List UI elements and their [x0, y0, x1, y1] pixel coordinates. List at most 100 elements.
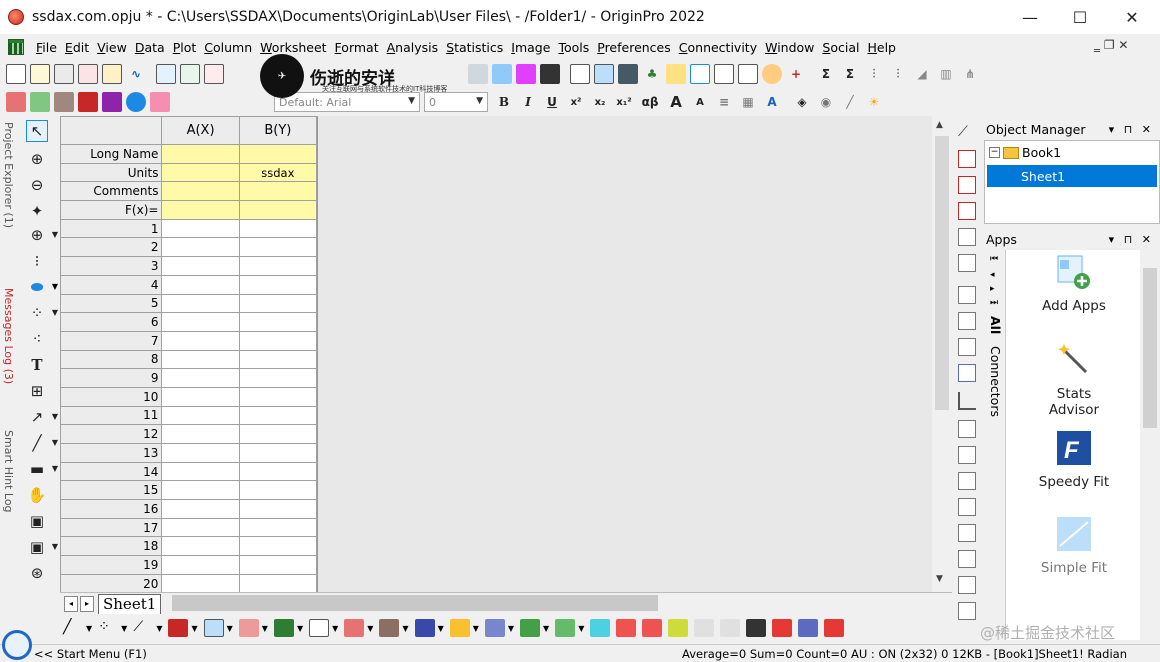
- film-strip-icon[interactable]: [618, 64, 638, 84]
- row-label-fx[interactable]: F(x)=: [60, 200, 163, 220]
- cell-a[interactable]: [161, 555, 240, 575]
- cell-b[interactable]: [238, 293, 317, 314]
- code-builder-icon[interactable]: [516, 64, 536, 84]
- cell-a[interactable]: [161, 386, 240, 407]
- template-3-icon[interactable]: [668, 619, 689, 637]
- template-8-icon[interactable]: [798, 619, 819, 637]
- row-number[interactable]: 12: [60, 424, 163, 444]
- ternary-icon[interactable]: [555, 619, 576, 637]
- tree-icon[interactable]: ⋔: [960, 64, 980, 84]
- tag-icon[interactable]: [150, 92, 170, 112]
- menu-worksheet[interactable]: Worksheet: [256, 40, 330, 55]
- menu-edit[interactable]: Edit: [61, 40, 93, 55]
- menu-preferences[interactable]: Preferences: [593, 40, 675, 55]
- cell-a[interactable]: [161, 573, 240, 592]
- text-tool-icon[interactable]: T: [26, 354, 48, 376]
- cell-a[interactable]: [161, 274, 240, 295]
- prev-icon[interactable]: ◂: [990, 270, 995, 280]
- new-notes-icon[interactable]: [180, 64, 200, 84]
- cell-b[interactable]: [238, 218, 317, 239]
- 3d-scatter-icon[interactable]: [484, 619, 505, 637]
- tree-node-sheet[interactable]: Sheet1: [987, 165, 1157, 187]
- close-button[interactable]: ✕: [1106, 0, 1158, 34]
- app-speedy-fit[interactable]: F Speedy Fit: [1006, 430, 1142, 490]
- sheet-next-icon[interactable]: ▸: [80, 595, 94, 612]
- template-6-icon[interactable]: [746, 619, 767, 637]
- cell-b-units[interactable]: ssdax: [238, 162, 317, 183]
- menu-social[interactable]: Social: [818, 40, 863, 55]
- cell-b[interactable]: [238, 573, 317, 592]
- column-header-a[interactable]: A(X): [161, 116, 240, 145]
- cell-a-comments[interactable]: [161, 181, 240, 202]
- scroll-thumb[interactable]: [935, 136, 949, 410]
- row-number[interactable]: 15: [60, 480, 163, 501]
- import-wizard-icon[interactable]: [54, 92, 74, 112]
- new-matrix-icon[interactable]: [78, 64, 98, 84]
- scale-icon[interactable]: ✦: [26, 200, 48, 222]
- brightness-icon[interactable]: ☀: [864, 92, 884, 112]
- horizontal-scrollbar-right[interactable]: [662, 595, 928, 611]
- decrease-font-button[interactable]: A: [690, 92, 710, 112]
- row-number[interactable]: 1: [60, 218, 163, 239]
- line-plot-icon[interactable]: ⟋: [958, 124, 976, 142]
- menu-data[interactable]: Data: [131, 40, 169, 55]
- rotate-icon[interactable]: [958, 228, 976, 246]
- row-number[interactable]: 14: [60, 461, 163, 482]
- cell-a[interactable]: [161, 237, 240, 258]
- arrange-4-icon[interactable]: [958, 498, 976, 516]
- line-tool-icon[interactable]: ╱ ▼: [26, 432, 58, 454]
- cell-b[interactable]: [238, 237, 317, 258]
- scroll-up-icon[interactable]: ▲: [936, 120, 943, 130]
- template-9-icon[interactable]: [824, 619, 845, 637]
- font-color-icon[interactable]: A: [762, 92, 782, 112]
- new-layout-icon[interactable]: [156, 64, 176, 84]
- scatter-plot-icon[interactable]: ⁘: [98, 619, 118, 637]
- arrange-8-icon[interactable]: [958, 602, 976, 620]
- cell-a[interactable]: [161, 349, 240, 370]
- row-label-comments[interactable]: Comments: [60, 181, 163, 202]
- row-number[interactable]: 17: [60, 517, 163, 538]
- fill-color-icon[interactable]: ◈: [792, 92, 812, 112]
- cell-a[interactable]: [161, 424, 240, 444]
- cell-b[interactable]: [238, 424, 317, 444]
- start-menu-hint[interactable]: << Start Menu (F1): [34, 647, 147, 661]
- supsubscript-button[interactable]: x₁²: [614, 92, 634, 112]
- cell-a[interactable]: [161, 499, 240, 519]
- add-column-icon[interactable]: +: [786, 64, 806, 84]
- cell-a[interactable]: [161, 536, 240, 557]
- cell-a[interactable]: [161, 517, 240, 538]
- axis-left-icon[interactable]: [958, 392, 976, 410]
- cell-b[interactable]: [238, 368, 317, 388]
- cell-b[interactable]: [238, 536, 317, 557]
- arrange-7-icon[interactable]: [958, 576, 976, 594]
- template-1-icon[interactable]: [616, 619, 637, 637]
- template-2-icon[interactable]: [642, 619, 663, 637]
- row-number[interactable]: 16: [60, 499, 163, 519]
- row-number[interactable]: 10: [60, 386, 163, 407]
- layer-2-icon[interactable]: [958, 312, 976, 330]
- apps-scrollbar[interactable]: [1140, 250, 1160, 640]
- line-color-icon[interactable]: ◉: [816, 92, 836, 112]
- table-icon[interactable]: [714, 64, 734, 84]
- sheet-prev-icon[interactable]: ◂: [64, 595, 78, 612]
- cell-b-fx[interactable]: [238, 200, 317, 220]
- line-width-icon[interactable]: ╱: [840, 92, 860, 112]
- menu-analysis[interactable]: Analysis: [383, 40, 443, 55]
- new-function-icon[interactable]: [204, 64, 224, 84]
- cell-a[interactable]: [161, 443, 240, 463]
- cell-a[interactable]: [161, 368, 240, 388]
- row-stats-icon[interactable]: ⫶: [888, 64, 908, 84]
- import-database-icon[interactable]: [102, 92, 122, 112]
- line-symbol-icon[interactable]: ⟋: [133, 619, 153, 637]
- insert-table-icon[interactable]: ⊞: [26, 380, 48, 402]
- menu-statistics[interactable]: Statistics: [442, 40, 507, 55]
- row-number[interactable]: 8: [60, 349, 163, 370]
- cell-a[interactable]: [161, 405, 240, 426]
- zoom-in-icon[interactable]: ⊕: [26, 148, 48, 170]
- menu-format[interactable]: Format: [331, 40, 383, 55]
- print-icon[interactable]: [468, 64, 488, 84]
- row-number[interactable]: 19: [60, 555, 163, 575]
- column-chart-icon[interactable]: [168, 619, 189, 637]
- superscript-button[interactable]: x²: [566, 92, 586, 112]
- next-icon[interactable]: ▸: [990, 284, 995, 294]
